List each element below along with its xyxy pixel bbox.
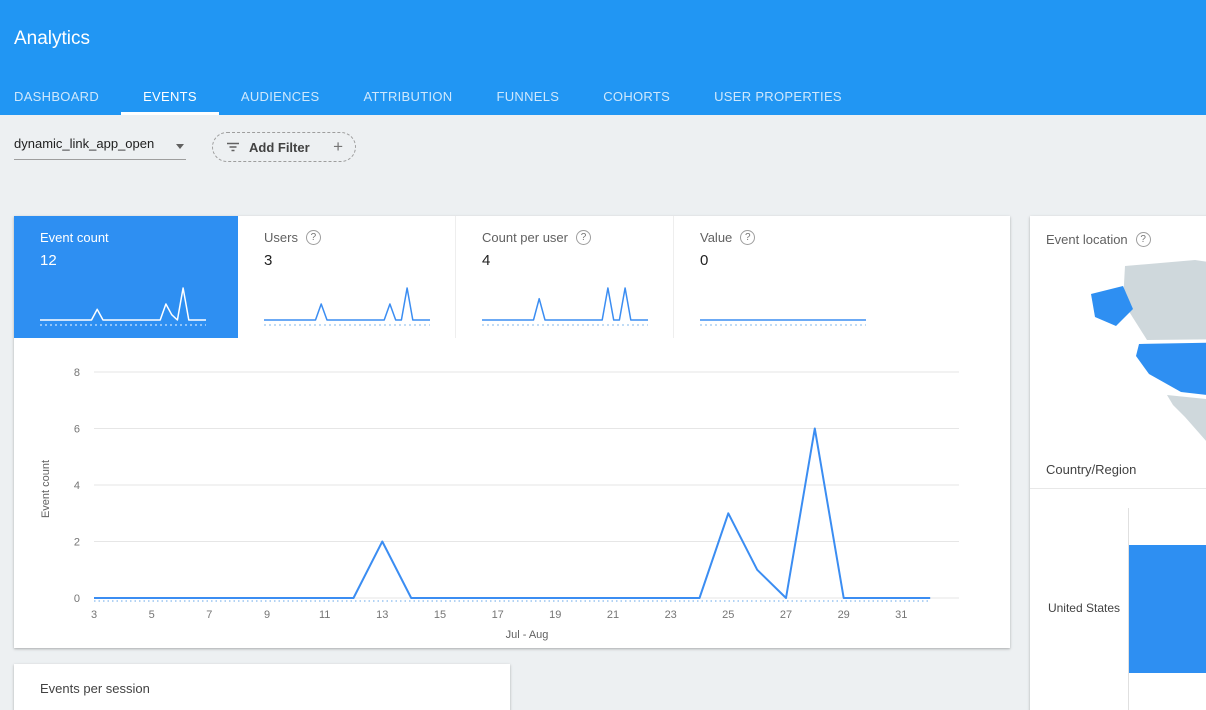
tab-dashboard[interactable]: DASHBOARD (0, 78, 121, 115)
chevron-down-icon (176, 144, 184, 149)
metric-tile-users[interactable]: Users ? 3 (238, 216, 456, 338)
tab-attribution[interactable]: ATTRIBUTION (341, 78, 474, 115)
events-overview-card: Event count 12 Users ? 3 Count per user … (14, 216, 1010, 648)
svg-text:4: 4 (74, 480, 80, 492)
svg-text:15: 15 (434, 609, 446, 621)
metric-value: 3 (264, 252, 455, 269)
svg-text:0: 0 (74, 593, 80, 605)
event-location-card: Event location ? Country/Region United S… (1030, 216, 1206, 710)
country-region-header: Country/Region (1046, 462, 1136, 477)
event-selector-dropdown[interactable]: dynamic_link_app_open (14, 136, 186, 160)
help-icon[interactable]: ? (576, 230, 591, 245)
metric-label: Count per user (482, 230, 568, 245)
metric-tabs-row: Event count 12 Users ? 3 Count per user … (14, 216, 1010, 338)
svg-text:23: 23 (665, 609, 677, 621)
help-icon[interactable]: ? (306, 230, 321, 245)
svg-text:2: 2 (74, 537, 80, 549)
sparkline-value (700, 284, 866, 330)
map-region-united-states[interactable] (1136, 342, 1206, 397)
event-location-title: Event location (1046, 232, 1128, 247)
svg-text:31: 31 (895, 609, 907, 621)
tab-funnels[interactable]: FUNNELS (474, 78, 581, 115)
add-filter-button[interactable]: Add Filter + (212, 132, 356, 162)
events-per-session-title: Events per session (40, 681, 150, 696)
svg-text:11: 11 (319, 609, 330, 621)
sparkline-event-count (40, 284, 206, 330)
metric-value: 4 (482, 252, 673, 269)
page-title: Analytics (14, 28, 90, 50)
event-location-map[interactable] (1085, 256, 1206, 461)
help-icon[interactable]: ? (740, 230, 755, 245)
svg-text:19: 19 (549, 609, 561, 621)
country-label: United States (1030, 601, 1120, 615)
map-region-mexico[interactable] (1167, 395, 1206, 442)
tab-cohorts[interactable]: COHORTS (581, 78, 692, 115)
svg-text:21: 21 (607, 609, 619, 621)
country-bar-united-states[interactable] (1129, 545, 1206, 673)
metric-value: 0 (700, 252, 892, 269)
svg-text:13: 13 (376, 609, 388, 621)
tab-audiences[interactable]: AUDIENCES (219, 78, 342, 115)
svg-text:7: 7 (206, 609, 212, 621)
main-chart-svg: 0 2 4 6 8 3 5 7 9 11 13 15 17 19 21 23 25 27 29 31 Jul - Aug (34, 354, 994, 650)
app-header: Analytics DASHBOARDEVENTSAUDIENCESATTRIB… (0, 0, 1206, 115)
firebase-analytics-screen: Analytics DASHBOARDEVENTSAUDIENCESATTRIB… (0, 0, 1206, 710)
help-icon[interactable]: ? (1136, 232, 1151, 247)
metric-tile-event-count[interactable]: Event count 12 (14, 216, 238, 338)
event-selector-value: dynamic_link_app_open (14, 136, 154, 151)
svg-text:29: 29 (838, 609, 850, 621)
plus-icon: + (333, 137, 343, 157)
svg-text:25: 25 (722, 609, 734, 621)
divider (1030, 488, 1206, 489)
add-filter-label: Add Filter (249, 140, 310, 155)
header-tabs: DASHBOARDEVENTSAUDIENCESATTRIBUTIONFUNNE… (0, 78, 864, 115)
svg-text:9: 9 (264, 609, 270, 621)
events-per-session-card: Events per session (14, 664, 510, 710)
svg-text:6: 6 (74, 424, 80, 436)
svg-text:Jul - Aug: Jul - Aug (506, 629, 549, 641)
filter-icon (225, 139, 241, 155)
metric-tile-count-per-user[interactable]: Count per user ? 4 (456, 216, 674, 338)
svg-text:17: 17 (492, 609, 504, 621)
svg-text:8: 8 (74, 367, 80, 379)
tab-events[interactable]: EVENTS (121, 78, 219, 115)
map-region-canada[interactable] (1123, 260, 1206, 340)
metric-value: 12 (40, 252, 238, 269)
svg-text:5: 5 (149, 609, 155, 621)
svg-text:3: 3 (91, 609, 97, 621)
sparkline-count-per-user (482, 284, 648, 330)
metric-tile-value[interactable]: Value ? 0 (674, 216, 892, 338)
svg-text:27: 27 (780, 609, 792, 621)
tab-user-properties[interactable]: USER PROPERTIES (692, 78, 864, 115)
metric-label: Value (700, 230, 732, 245)
main-chart-area: 0 2 4 6 8 3 5 7 9 11 13 15 17 19 21 23 25 27 29 31 Jul - Aug (34, 354, 994, 655)
metric-label: Users (264, 230, 298, 245)
metric-label: Event count (40, 230, 109, 245)
sparkline-users (264, 284, 430, 330)
